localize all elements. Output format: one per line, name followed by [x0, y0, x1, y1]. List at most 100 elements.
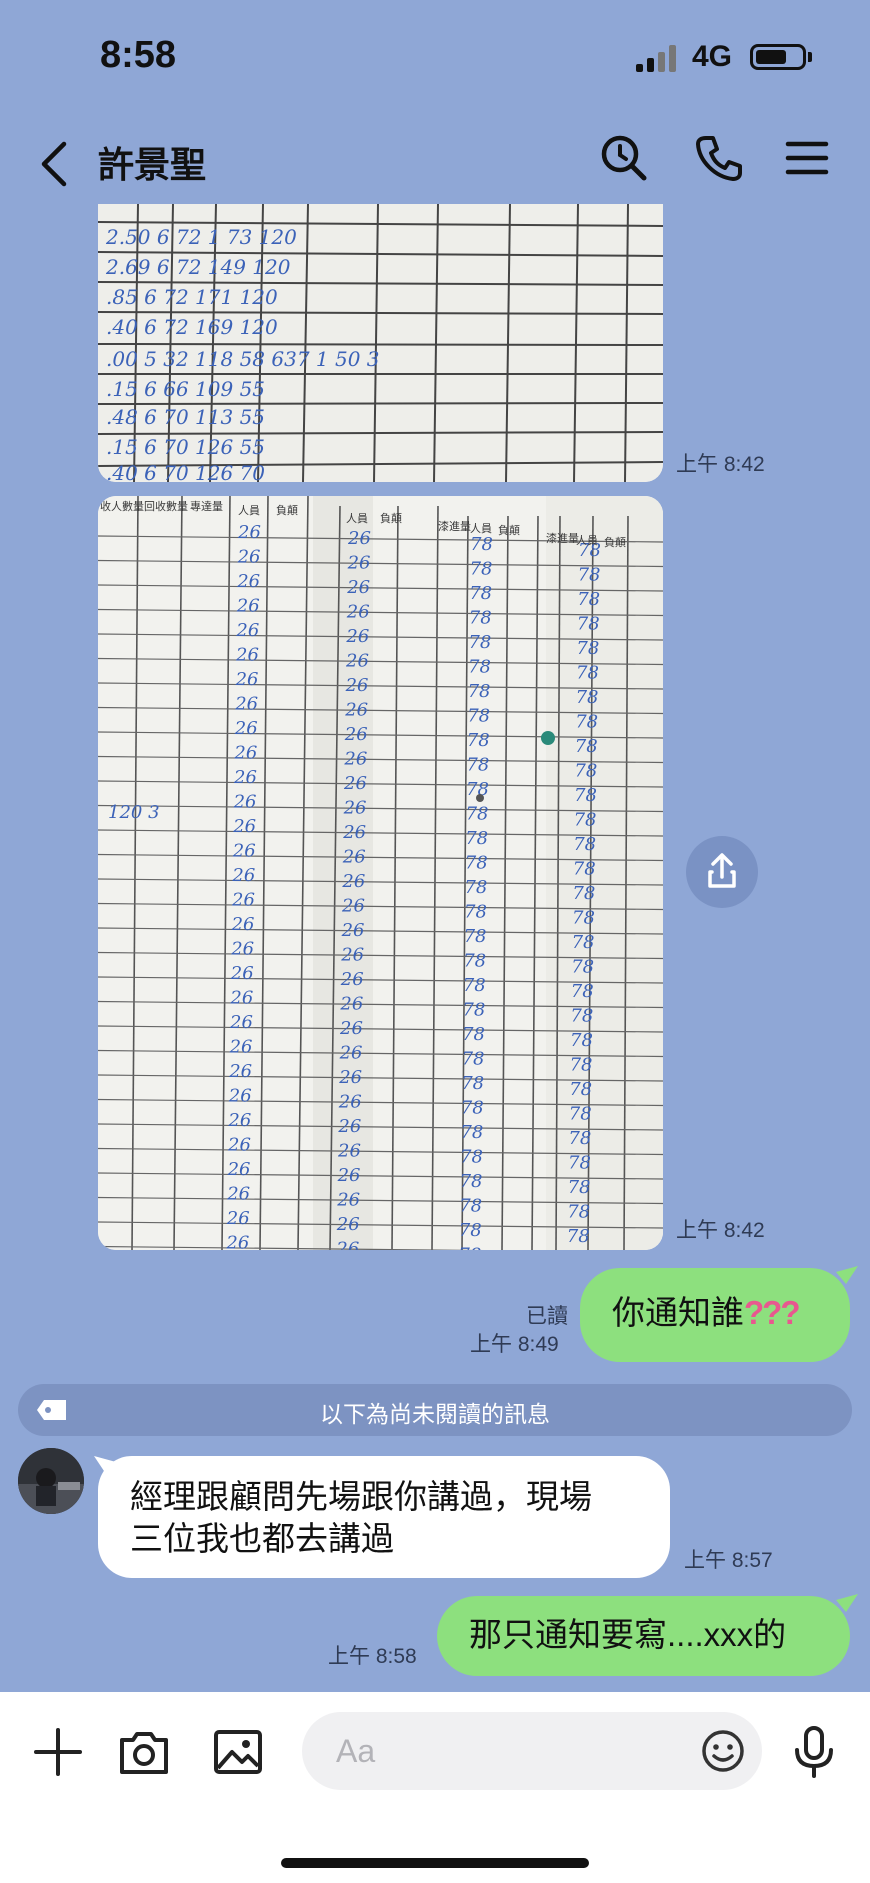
photo-message[interactable]: 2.50 6 72 1 73 120 2.69 6 72 149 120 .85… [98, 204, 663, 482]
svg-text:26: 26 [338, 1067, 362, 1088]
back-button[interactable] [30, 132, 80, 192]
unread-divider-text: 以下為尚未閱讀的訊息 [320, 1401, 550, 1427]
share-button[interactable] [686, 836, 758, 908]
svg-text:78: 78 [468, 632, 491, 653]
share-icon [708, 853, 736, 888]
svg-text:78: 78 [470, 534, 493, 555]
svg-text:漆進量: 漆進量 [546, 532, 579, 545]
svg-text:26: 26 [337, 1141, 361, 1162]
svg-text:26: 26 [339, 1018, 363, 1039]
ledger-photo-1: 2.50 6 72 1 73 120 2.69 6 72 149 120 .85… [98, 204, 663, 482]
menu-button[interactable] [780, 130, 836, 186]
svg-text:78: 78 [576, 687, 599, 708]
svg-text:78: 78 [462, 1000, 485, 1021]
emoji-icon[interactable] [700, 1728, 746, 1774]
svg-text:26: 26 [337, 1116, 361, 1137]
message-input[interactable] [334, 1730, 678, 1772]
svg-text:26: 26 [341, 920, 365, 941]
microphone-icon [795, 1726, 833, 1778]
svg-text:78: 78 [571, 981, 594, 1002]
svg-text:26: 26 [337, 1165, 361, 1186]
svg-text:78: 78 [570, 1006, 593, 1027]
search-button[interactable] [596, 130, 652, 186]
svg-text:26: 26 [338, 1092, 362, 1113]
svg-text:2.69 6 72 149 120: 2.69 6 72 149 120 [105, 255, 291, 279]
message-timestamp: 上午 8:42 [676, 453, 765, 476]
svg-text:26: 26 [346, 577, 370, 598]
battery-icon [750, 44, 806, 70]
network-type: 4G [692, 40, 733, 73]
svg-text:26: 26 [228, 1086, 252, 1107]
svg-text:26: 26 [232, 841, 256, 862]
svg-text:專達量: 專達量 [190, 500, 223, 513]
svg-text:78: 78 [465, 828, 488, 849]
question-marks-emoji: ??? [744, 1294, 801, 1331]
svg-text:26: 26 [233, 767, 257, 788]
svg-text:收人數量: 收人數量 [100, 499, 144, 513]
svg-text:26: 26 [232, 816, 256, 837]
svg-text:漆進量: 漆進量 [438, 520, 471, 533]
svg-text:26: 26 [343, 773, 367, 794]
svg-text:78: 78 [464, 877, 487, 898]
svg-text:負顛: 負顛 [498, 523, 520, 537]
svg-text:.48 6 70 113 55: .48 6 70 113 55 [106, 405, 265, 429]
bubble-tail [836, 1266, 858, 1284]
svg-text:26: 26 [225, 1233, 249, 1251]
gallery-button[interactable] [210, 1724, 266, 1780]
svg-text:78: 78 [463, 975, 486, 996]
battery-tip [808, 52, 812, 62]
voice-button[interactable] [786, 1724, 842, 1780]
svg-text:26: 26 [339, 1043, 363, 1064]
chat-title[interactable]: 許景聖 [98, 136, 206, 188]
svg-text:26: 26 [342, 847, 366, 868]
call-button[interactable] [690, 130, 746, 186]
svg-text:78: 78 [464, 926, 487, 947]
svg-text:78: 78 [459, 1220, 482, 1241]
svg-text:78: 78 [464, 902, 487, 923]
svg-text:78: 78 [469, 608, 492, 629]
message-timestamp: 上午 8:42 [676, 1219, 765, 1242]
svg-text:78: 78 [469, 583, 492, 604]
svg-text:26: 26 [230, 939, 254, 960]
camera-icon [120, 1732, 168, 1774]
outgoing-message[interactable]: 你通知誰??? [580, 1268, 850, 1362]
svg-text:26: 26 [336, 1214, 360, 1235]
camera-button[interactable] [116, 1724, 172, 1780]
svg-text:26: 26 [344, 700, 368, 721]
svg-text:26: 26 [341, 896, 365, 917]
avatar-photo [18, 1448, 84, 1514]
bubble-tail [836, 1594, 858, 1612]
svg-text:78: 78 [462, 1024, 485, 1045]
svg-text:26: 26 [340, 945, 364, 966]
svg-text:負顛: 負顛 [604, 535, 626, 549]
svg-text:.15 6 66 109 55: .15 6 66 109 55 [106, 377, 265, 401]
svg-text:78: 78 [577, 589, 600, 610]
svg-text:人員: 人員 [576, 534, 598, 547]
svg-text:26: 26 [237, 547, 261, 568]
plus-button[interactable] [30, 1724, 86, 1780]
svg-text:26: 26 [229, 988, 253, 1009]
svg-text:78: 78 [575, 736, 598, 757]
svg-text:26: 26 [347, 528, 371, 549]
svg-text:78: 78 [462, 1049, 485, 1070]
svg-text:.40 6 72 169 120: .40 6 72 169 120 [106, 315, 278, 339]
svg-text:26: 26 [228, 1061, 252, 1082]
svg-text:26: 26 [236, 596, 260, 617]
svg-text:26: 26 [345, 651, 369, 672]
svg-text:負顛: 負顛 [380, 511, 402, 525]
svg-text:人員: 人員 [470, 522, 492, 535]
svg-text:人員: 人員 [346, 512, 368, 525]
status-bar: 8:58 4G [0, 0, 870, 118]
avatar[interactable] [18, 1448, 84, 1514]
svg-text:78: 78 [569, 1104, 592, 1125]
svg-text:26: 26 [231, 890, 255, 911]
message-text: 那只通知要寫....xxx的 [469, 1616, 787, 1653]
svg-text:78: 78 [571, 957, 594, 978]
plus-icon [34, 1728, 82, 1776]
photo-message[interactable]: 26 26 78 78 26 26 78 78 26 26 78 78 26 26 78 78 26 26 78 78… [98, 496, 663, 1250]
outgoing-message[interactable]: 那只通知要寫....xxx的 [437, 1596, 850, 1676]
message-timestamp: 上午 8:58 [328, 1645, 417, 1668]
svg-text:78: 78 [573, 859, 596, 880]
message-field[interactable] [302, 1712, 762, 1790]
incoming-message[interactable]: 經理跟顧問先場跟你講過，現場 三位我也都去講過 [98, 1456, 670, 1578]
